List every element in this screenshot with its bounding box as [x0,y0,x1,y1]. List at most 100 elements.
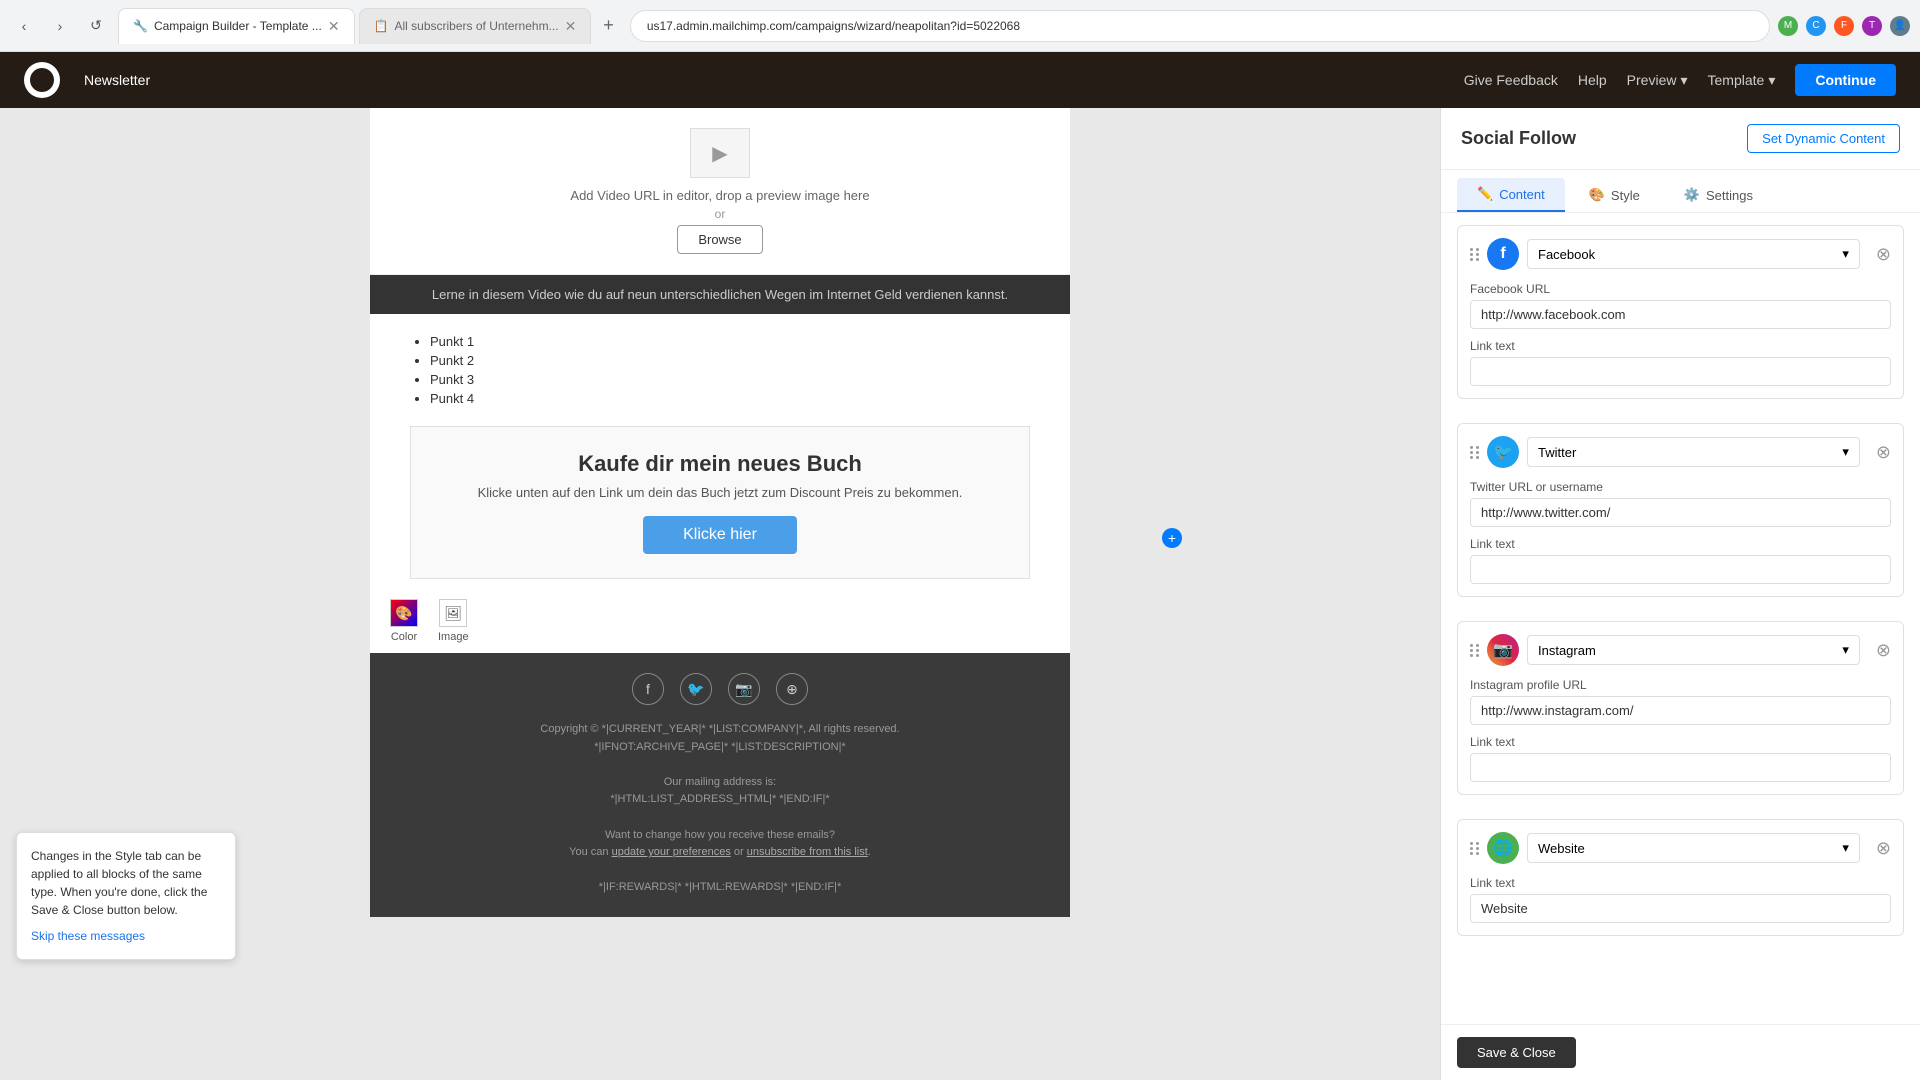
panel-footer: Save & Close [1441,1024,1920,1080]
website-link-text-input[interactable] [1470,894,1891,923]
forward-button[interactable]: › [46,12,74,40]
footer-address: *|HTML:LIST_ADDRESS_HTML|* *|END:IF|* [410,791,1030,809]
image-icon: 🖼 [439,599,467,627]
footer-instagram-icon[interactable]: 📷 [728,673,760,705]
address-bar[interactable]: us17.admin.mailchimp.com/campaigns/wizar… [630,10,1770,42]
twitter-link-text-label: Link text [1470,537,1891,551]
website-drag-handle[interactable] [1470,842,1479,855]
image-tool[interactable]: 🖼 Image [438,599,469,643]
facebook-entry-header: f Facebook ▾ ⊗ [1470,238,1891,270]
back-button[interactable]: ‹ [10,12,38,40]
extension-icon-3[interactable]: F [1834,16,1854,36]
template-label: Template [1708,72,1765,88]
panel-title: Social Follow [1461,128,1576,149]
tab-style[interactable]: 🎨 Style [1569,178,1660,212]
tab-subscribers[interactable]: 📋 All subscribers of Unternehm... ✕ [359,8,592,44]
facebook-platform-label: Facebook [1538,247,1595,262]
tab-close-1[interactable]: ✕ [328,18,340,35]
facebook-remove-button[interactable]: ⊗ [1876,244,1891,265]
footer-website-icon[interactable]: ⊕ [776,673,808,705]
new-tab-button[interactable]: + [595,11,622,40]
instagram-dropdown-chevron: ▾ [1842,642,1849,658]
save-close-button[interactable]: Save & Close [1457,1037,1576,1068]
twitter-platform-label: Twitter [1538,445,1576,460]
reload-button[interactable]: ↺ [82,12,110,40]
twitter-url-input[interactable] [1470,498,1891,527]
content-tab-icon: ✏️ [1477,186,1493,202]
color-icon: 🎨 [390,599,418,627]
facebook-platform-dropdown[interactable]: Facebook ▾ [1527,239,1860,269]
give-feedback-button[interactable]: Give Feedback [1464,72,1558,88]
instagram-platform-dropdown[interactable]: Instagram ▾ [1527,635,1860,665]
website-remove-button[interactable]: ⊗ [1876,838,1891,859]
tab-close-2[interactable]: ✕ [565,18,577,35]
color-image-row: 🎨 Color 🖼 Image [370,589,1070,653]
color-tool[interactable]: 🎨 Color [390,599,418,643]
help-button[interactable]: Help [1578,72,1607,88]
main-layout: ▶ Add Video URL in editor, drop a previe… [0,108,1920,1080]
footer-facebook-icon[interactable]: f [632,673,664,705]
cta-button[interactable]: Klicke hier [643,516,797,554]
browser-tabs: 🔧 Campaign Builder - Template ... ✕ 📋 Al… [118,8,622,44]
website-dropdown-chevron: ▾ [1842,840,1849,856]
footer-line2: *|IFNOT:ARCHIVE_PAGE|* *|LIST:DESCRIPTIO… [410,739,1030,757]
footer-prefs: You can update your preferences or unsub… [410,844,1030,862]
instagram-remove-button[interactable]: ⊗ [1876,640,1891,661]
footer-change: Want to change how you receive these ema… [410,827,1030,845]
tab-campaign-builder[interactable]: 🔧 Campaign Builder - Template ... ✕ [118,8,355,44]
twitter-remove-button[interactable]: ⊗ [1876,442,1891,463]
video-add-text: Add Video URL in editor, drop a preview … [390,188,1050,203]
template-dropdown[interactable]: Template ▾ [1708,72,1776,89]
twitter-platform-dropdown[interactable]: Twitter ▾ [1527,437,1860,467]
book-title: Kaufe dir mein neues Buch [435,451,1005,477]
email-footer: f 🐦 📷 ⊕ Copyright © *|CURRENT_YEAR|* *|L… [370,653,1070,917]
update-prefs-link[interactable]: update your preferences [612,846,731,858]
add-block-button[interactable]: + [1162,528,1182,548]
list-block: Punkt 1 Punkt 2 Punkt 3 Punkt 4 [370,314,1070,426]
set-dynamic-content-button[interactable]: Set Dynamic Content [1747,124,1900,153]
facebook-social-entry: f Facebook ▾ ⊗ Facebook URL Link text [1457,225,1904,399]
footer-twitter-icon[interactable]: 🐦 [680,673,712,705]
facebook-link-text-input[interactable] [1470,357,1891,386]
twitter-entry-header: 🐦 Twitter ▾ ⊗ [1470,436,1891,468]
twitter-drag-handle[interactable] [1470,446,1479,459]
facebook-dropdown-chevron: ▾ [1842,246,1849,262]
footer-rewards: *|IF:REWARDS|* *|HTML:REWARDS|* *|END:IF… [410,879,1030,897]
facebook-drag-handle[interactable] [1470,248,1479,261]
twitter-url-label: Twitter URL or username [1470,480,1891,494]
footer-text: Copyright © *|CURRENT_YEAR|* *|LIST:COMP… [410,721,1030,897]
dark-text-content: Lerne in diesem Video wie du auf neun un… [432,287,1008,302]
list-item: Punkt 2 [430,353,1030,368]
website-icon: 🌐 [1487,832,1519,864]
mailchimp-logo[interactable] [24,62,60,98]
tab-favicon-2: 📋 [374,19,389,33]
unsubscribe-link[interactable]: unsubscribe from this list [747,846,868,858]
content-tab-label: Content [1499,187,1545,202]
extension-icon-1[interactable]: M [1778,16,1798,36]
extension-icon-2[interactable]: C [1806,16,1826,36]
instagram-url-input[interactable] [1470,696,1891,725]
twitter-link-text-input[interactable] [1470,555,1891,584]
instagram-drag-handle[interactable] [1470,644,1479,657]
right-panel: Social Follow Set Dynamic Content ✏️ Con… [1440,108,1920,1080]
website-platform-label: Website [1538,841,1585,856]
play-icon: ▶ [712,141,727,166]
instagram-link-text-input[interactable] [1470,753,1891,782]
facebook-icon: f [1487,238,1519,270]
continue-button[interactable]: Continue [1795,64,1896,96]
extension-icon-4[interactable]: T [1862,16,1882,36]
footer-mailing: Our mailing address is: [410,774,1030,792]
list-item: Punkt 3 [430,372,1030,387]
preview-dropdown[interactable]: Preview ▾ [1627,72,1688,89]
tab-content[interactable]: ✏️ Content [1457,178,1565,212]
footer-social-row: f 🐦 📷 ⊕ [410,673,1030,705]
image-label: Image [438,631,469,643]
browse-button[interactable]: Browse [677,225,762,254]
instagram-social-entry: 📷 Instagram ▾ ⊗ Instagram profile URL Li… [1457,621,1904,795]
facebook-url-input[interactable] [1470,300,1891,329]
website-platform-dropdown[interactable]: Website ▾ [1527,833,1860,863]
tab-settings[interactable]: ⚙️ Settings [1664,178,1773,212]
user-account-icon[interactable]: 👤 [1890,16,1910,36]
instagram-icon: 📷 [1487,634,1519,666]
preview-chevron-icon: ▾ [1680,72,1687,89]
